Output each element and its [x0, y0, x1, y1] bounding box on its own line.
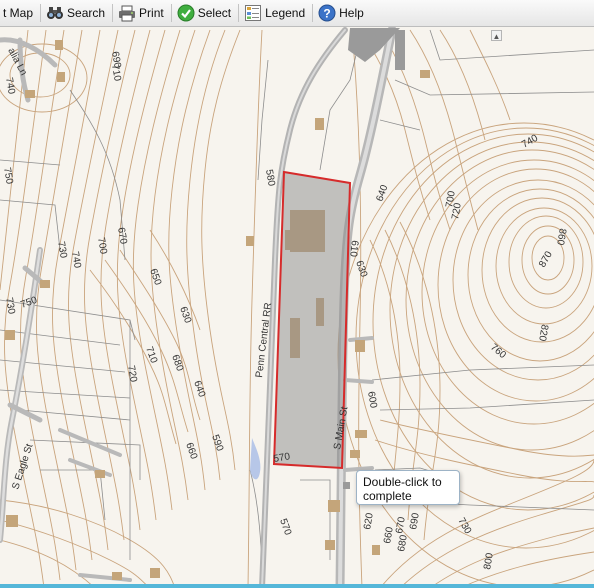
- binoculars-icon: [46, 4, 64, 22]
- bottom-border-bar: [0, 584, 594, 588]
- map-canvas[interactable]: Penn Central RR S Main St S Eagle St ali…: [0, 27, 594, 588]
- tooltip-line-1: Double-click to: [363, 475, 442, 489]
- topographic-map[interactable]: Penn Central RR S Main St S Eagle St ali…: [0, 27, 594, 588]
- search-button-label: Search: [67, 6, 106, 20]
- toolbar-divider: [40, 4, 42, 22]
- print-button[interactable]: Print: [115, 2, 169, 24]
- toolbar-divider: [238, 4, 240, 22]
- sketch-tooltip: Double-click to complete: [356, 470, 460, 505]
- legend-icon: [244, 4, 262, 22]
- contour-label: 610: [347, 240, 360, 258]
- search-button[interactable]: Search: [43, 2, 110, 24]
- toolbar-divider: [312, 4, 314, 22]
- legend-button[interactable]: Legend: [241, 2, 310, 24]
- map-button[interactable]: t Map: [0, 2, 38, 24]
- help-button[interactable]: ? Help: [315, 2, 369, 24]
- question-icon: ?: [318, 4, 336, 22]
- help-button-label: Help: [339, 6, 364, 20]
- toolbar-divider: [170, 4, 172, 22]
- map-toolbar: t Map Search Print Select Legend ? Help: [0, 0, 594, 27]
- print-button-label: Print: [139, 6, 164, 20]
- vertex-marker[interactable]: [343, 482, 350, 489]
- legend-button-label: Legend: [265, 6, 306, 20]
- select-button[interactable]: Select: [174, 2, 236, 24]
- toolbar-divider: [112, 4, 114, 22]
- tooltip-line-2: complete: [363, 489, 412, 503]
- map-button-label: t Map: [3, 6, 34, 20]
- svg-text:?: ?: [323, 7, 330, 21]
- check-circle-icon: [177, 4, 195, 22]
- scroll-up-button[interactable]: ▲: [491, 30, 502, 41]
- select-button-label: Select: [197, 6, 232, 20]
- printer-icon: [118, 4, 136, 22]
